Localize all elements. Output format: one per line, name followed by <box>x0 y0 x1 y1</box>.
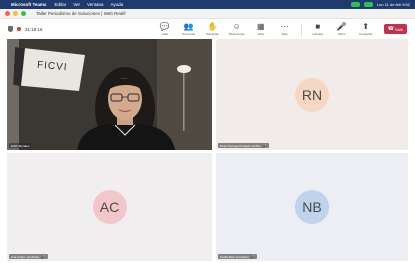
participant-video-feed <box>7 39 212 150</box>
camera-indicator-icon[interactable] <box>363 2 373 7</box>
meeting-tools: 💬 Chat 👥 Personas ✋ Participar ☺ Reaccio… <box>156 22 407 36</box>
share-button[interactable]: ⬆ Compartir <box>357 22 375 36</box>
zoom-window-icon[interactable] <box>21 11 26 16</box>
reactions-button[interactable]: ☺ Reacciones <box>228 22 246 36</box>
share-label: Compartir <box>359 32 373 36</box>
avatar: NB <box>295 190 329 224</box>
chat-button[interactable]: 💬 Chat <box>156 22 174 36</box>
meeting-timer: 31:19:16 <box>25 26 43 32</box>
phone-icon: ☎ <box>387 26 394 32</box>
participant-avatar-tile[interactable]: AC Ana Castro (Invitado) 🎤 <box>7 153 212 261</box>
view-button[interactable]: ▦ Vista <box>252 22 270 36</box>
raise-hand-icon: ✋ <box>207 22 218 31</box>
camera-button[interactable]: ■ Cámara <box>309 22 327 36</box>
mic-icon: 🎤 <box>336 22 347 31</box>
participant-name-tag: Rosa Noriega (Invitado Verific) 🎤 <box>218 143 270 148</box>
recording-indicator-icon[interactable] <box>350 2 360 7</box>
leave-label: Salir <box>394 26 403 32</box>
chat-icon: 💬 <box>159 22 170 31</box>
camera-label: Cámara <box>312 32 324 36</box>
raise-hand-button[interactable]: ✋ Participar <box>204 22 222 36</box>
participant-name: Rosa Noriega (Invitado Verific) <box>220 143 261 148</box>
mic-muted-icon: 🎤 <box>41 254 46 259</box>
mic-muted-icon: 🎤 <box>250 254 256 259</box>
menu-editar[interactable]: Editar <box>54 2 66 7</box>
mic-muted-icon: 🎤 <box>262 143 268 148</box>
window-controls <box>5 11 26 16</box>
participant-name-tag: Ana Castro (Invitado) 🎤 <box>9 254 48 259</box>
close-window-icon[interactable] <box>5 11 10 16</box>
participant-name-tag: Nadia Bello (Invitado) 🎤 <box>218 254 258 259</box>
view-icon: ▦ <box>256 22 265 31</box>
mic-label: Micro <box>338 32 346 36</box>
shield-icon <box>8 26 13 32</box>
share-icon: ⬆ <box>362 22 370 31</box>
participant-grid: FICVI Edith Morales RN Rosa Noriega (Inv… <box>7 39 408 261</box>
participant-name: Nadia Bello (Invitado) <box>220 254 249 259</box>
raise-hand-label: Participar <box>206 32 220 36</box>
menu-ayuda[interactable]: Ayuda <box>111 2 124 7</box>
menu-ver[interactable]: Ver <box>73 2 80 7</box>
window-title: Taller Periodismo de Soluciones | Web Re… <box>36 11 126 16</box>
menu-bar-clock[interactable]: Lun 11 de feb 9:52 <box>377 2 410 7</box>
participant-video-tile[interactable]: FICVI Edith Morales <box>7 39 212 150</box>
meeting-info: 31:19:16 <box>8 26 43 32</box>
window-title-bar: Taller Periodismo de Soluciones | Web Re… <box>0 9 415 19</box>
leave-button[interactable]: ☎ Salir <box>383 24 407 34</box>
participant-avatar-tile[interactable]: RN Rosa Noriega (Invitado Verific) 🎤 <box>216 39 408 150</box>
avatar-initials: NB <box>302 199 322 215</box>
participant-name-tag: Edith Morales <box>9 143 32 148</box>
mic-button[interactable]: 🎤 Micro <box>333 22 351 36</box>
more-label: Más <box>281 32 288 36</box>
more-icon: ⋯ <box>280 22 289 31</box>
meeting-toolbar: 31:19:16 💬 Chat 👥 Personas ✋ Participar … <box>0 19 415 39</box>
more-button[interactable]: ⋯ Más <box>276 22 294 36</box>
toolbar-divider <box>300 24 302 36</box>
avatar-initials: AC <box>99 199 120 215</box>
people-label: Personas <box>182 32 196 36</box>
chat-label: Chat <box>161 32 168 36</box>
camera-icon: ■ <box>315 22 321 31</box>
participant-name: Edith Morales <box>11 143 30 148</box>
people-button[interactable]: 👥 Personas <box>180 22 198 36</box>
avatar-initials: RN <box>301 86 323 103</box>
people-icon: 👥 <box>183 22 194 31</box>
participant-name: Ana Castro (Invitado) <box>11 254 40 259</box>
menu-bar-status: Lun 11 de feb 9:52 <box>350 2 410 7</box>
minimize-window-icon[interactable] <box>13 11 18 16</box>
view-label: Vista <box>257 32 265 36</box>
menu-bar: Microsoft Teams Editar Ver Ventana Ayuda… <box>0 0 415 9</box>
reactions-icon: ☺ <box>232 22 241 31</box>
menu-ventana[interactable]: Ventana <box>87 2 104 7</box>
avatar: RN <box>295 77 329 112</box>
participant-avatar-tile[interactable]: NB Nadia Bello (Invitado) 🎤 <box>216 153 408 261</box>
app-name-menu[interactable]: Microsoft Teams <box>11 2 46 7</box>
reactions-label: Reacciones <box>228 32 245 36</box>
avatar: AC <box>92 190 127 224</box>
recording-dot-icon <box>17 27 21 31</box>
